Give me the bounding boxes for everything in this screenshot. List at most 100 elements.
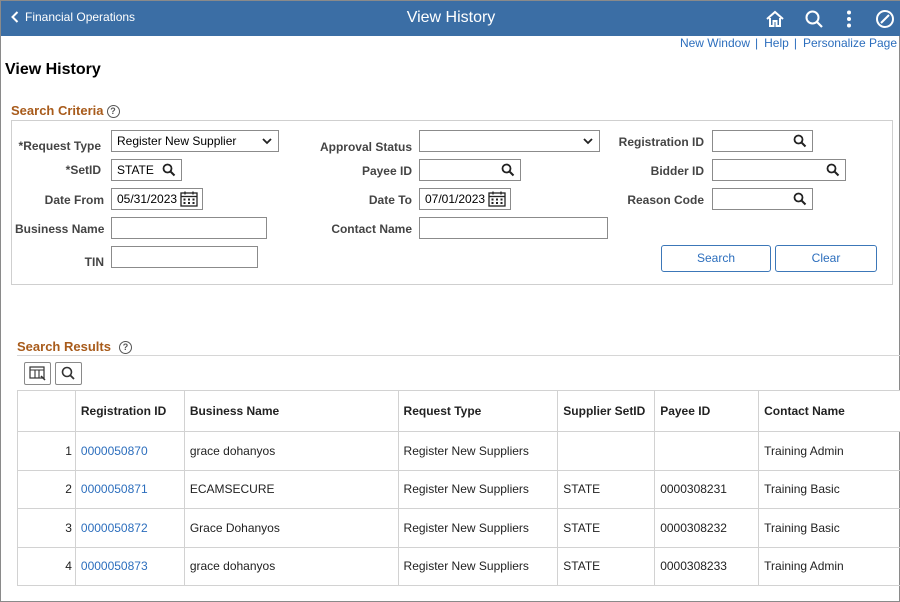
row-number: 2	[17, 469, 76, 509]
table-row: 2 0000050871 ECAMSECURE Register New Sup…	[17, 469, 900, 509]
business-name-cell: ECAMSECURE	[183, 469, 399, 509]
column-header[interactable]: Business Name	[183, 390, 399, 432]
search-results-table: Registration ID Business Name Request Ty…	[17, 390, 900, 586]
payee-id-cell: 0000308232	[654, 508, 760, 548]
row-number: 1	[17, 431, 76, 471]
column-header[interactable]: Request Type	[397, 390, 559, 432]
payee-id-label: Payee ID	[361, 164, 412, 178]
supplier-setid-cell: STATE	[557, 469, 656, 509]
date-from-field[interactable]: 05/31/2023	[111, 188, 203, 210]
business-name-field[interactable]	[111, 217, 267, 239]
page-title: View History	[5, 61, 101, 78]
tin-field[interactable]	[111, 246, 258, 268]
contact-name-label: Contact Name	[331, 222, 412, 236]
table-row: 4 0000050873 grace dohanyos Register New…	[17, 546, 900, 586]
business-name-cell: Grace Dohanyos	[183, 508, 399, 548]
back-label: Financial Operations	[25, 10, 136, 24]
help-icon[interactable]: ?	[118, 341, 132, 354]
new-window-link[interactable]: New Window	[680, 36, 750, 50]
search-button[interactable]: Search	[661, 245, 771, 272]
grid-toolbar	[17, 355, 900, 390]
setid-label: *SetID	[65, 163, 101, 177]
request-type-select[interactable]: Register New Supplier	[111, 130, 279, 152]
registration-id-link[interactable]: 0000050872	[81, 521, 148, 535]
chevron-down-icon	[583, 138, 593, 145]
lookup-icon[interactable]	[793, 192, 807, 206]
back-button[interactable]: Financial Operations	[11, 10, 135, 24]
request-type-cell: Register New Suppliers	[397, 431, 559, 471]
navbar-icon[interactable]	[875, 9, 895, 29]
more-icon[interactable]	[839, 9, 859, 29]
column-header[interactable]: Supplier SetID	[557, 390, 656, 432]
business-name-cell: grace dohanyos	[183, 431, 399, 471]
calendar-icon[interactable]	[179, 190, 199, 208]
contact-name-field[interactable]	[419, 217, 608, 239]
date-from-value: 05/31/2023	[117, 192, 178, 206]
supplier-setid-cell	[557, 431, 656, 471]
payee-id-cell: 0000308231	[654, 469, 760, 509]
help-icon[interactable]: ?	[106, 105, 120, 118]
date-to-value: 07/01/2023	[425, 192, 486, 206]
contact-name-cell: Training Basic	[758, 469, 900, 509]
registration-id-link[interactable]: 0000050873	[81, 559, 148, 573]
setid-value: STATE	[117, 163, 154, 177]
approval-status-select[interactable]	[419, 130, 600, 152]
row-number: 3	[17, 508, 76, 548]
payee-id-cell	[654, 431, 760, 471]
contact-name-cell: Training Admin	[758, 546, 900, 586]
request-type-cell: Register New Suppliers	[397, 508, 559, 548]
column-header[interactable]: Contact Name	[758, 390, 900, 432]
date-from-label: Date From	[44, 193, 104, 207]
lookup-icon[interactable]	[793, 134, 807, 148]
business-name-label: Business Name	[15, 222, 105, 236]
request-type-label: *Request Type	[18, 139, 101, 153]
approval-status-label: Approval Status	[319, 140, 412, 154]
request-type-value: Register New Supplier	[117, 134, 237, 148]
home-icon[interactable]	[765, 9, 785, 29]
grid-settings-icon	[29, 366, 46, 381]
setid-field[interactable]: STATE	[111, 159, 182, 181]
search-icon	[61, 366, 75, 380]
row-number-header	[17, 390, 76, 432]
page-links: New Window | Help | Personalize Page	[679, 36, 897, 50]
payee-id-field[interactable]	[419, 159, 521, 181]
help-link[interactable]: Help	[764, 36, 789, 50]
request-type-cell: Register New Suppliers	[397, 469, 559, 509]
request-type-cell: Register New Suppliers	[397, 546, 559, 586]
table-header-row: Registration ID Business Name Request Ty…	[17, 390, 900, 432]
search-results-heading: Search Results?	[17, 339, 132, 354]
bidder-id-field[interactable]	[712, 159, 846, 181]
table-row: 1 0000050870 grace dohanyos Register New…	[17, 431, 900, 471]
chevron-down-icon	[262, 138, 272, 145]
personalize-grid-button[interactable]	[24, 362, 51, 385]
clear-button[interactable]: Clear	[775, 245, 877, 272]
registration-id-link[interactable]: 0000050871	[81, 482, 148, 496]
contact-name-cell: Training Basic	[758, 508, 900, 548]
personalize-page-link[interactable]: Personalize Page	[803, 36, 897, 50]
search-criteria-heading: Search Criteria?	[11, 103, 120, 118]
bidder-id-label: Bidder ID	[650, 164, 704, 178]
top-banner: Financial Operations View History	[1, 1, 900, 36]
contact-name-cell: Training Admin	[758, 431, 900, 471]
calendar-icon[interactable]	[487, 190, 507, 208]
reason-code-field[interactable]	[712, 188, 813, 210]
find-in-grid-button[interactable]	[55, 362, 82, 385]
supplier-setid-cell: STATE	[557, 546, 656, 586]
registration-id-link[interactable]: 0000050870	[81, 444, 148, 458]
search-results-title: Search Results	[17, 339, 111, 354]
chevron-left-icon	[11, 11, 19, 23]
registration-id-field[interactable]	[712, 130, 813, 152]
table-row: 3 0000050872 Grace Dohanyos Register New…	[17, 508, 900, 548]
column-header[interactable]: Registration ID	[74, 390, 185, 432]
registration-id-label: Registration ID	[618, 135, 704, 149]
payee-id-cell: 0000308233	[654, 546, 760, 586]
row-number: 4	[17, 546, 76, 586]
supplier-setid-cell: STATE	[557, 508, 656, 548]
date-to-field[interactable]: 07/01/2023	[419, 188, 511, 210]
column-header[interactable]: Payee ID	[654, 390, 760, 432]
date-to-label: Date To	[368, 193, 412, 207]
search-icon[interactable]	[804, 9, 824, 29]
lookup-icon[interactable]	[501, 163, 515, 177]
lookup-icon[interactable]	[162, 163, 176, 177]
lookup-icon[interactable]	[826, 163, 840, 177]
